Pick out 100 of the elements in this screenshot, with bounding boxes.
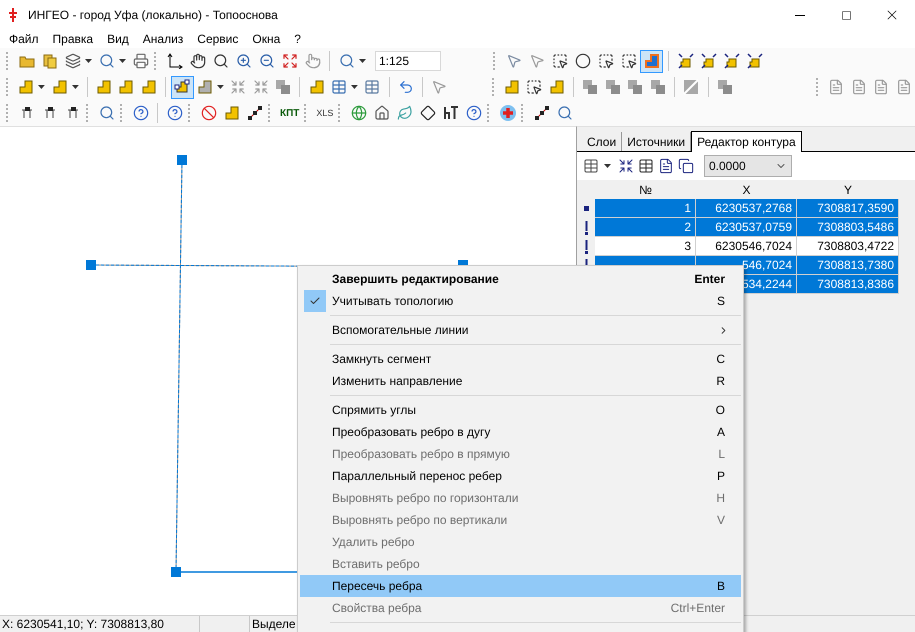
table-icon[interactable] [364,79,380,95]
diamond-icon[interactable] [420,105,436,121]
caret-icon[interactable] [85,59,92,63]
search-icon[interactable] [556,105,573,121]
column-header[interactable]: Y [797,180,899,199]
table-cell[interactable]: 6230546,7024 [696,237,797,256]
search-icon[interactable] [338,53,354,69]
toolbar-grip[interactable] [268,104,271,122]
squares-icon[interactable] [604,79,621,95]
arrows-in-icon[interactable] [724,53,740,69]
precision-dropdown[interactable]: 0.0000 [704,155,792,177]
caret-icon[interactable] [604,164,611,168]
toolbar-grip[interactable] [492,78,495,96]
squares-icon[interactable] [627,79,644,95]
context-menu-item[interactable]: Изменить направление R [300,370,741,392]
plus-icon[interactable] [498,104,517,122]
toggle-button[interactable] [640,50,663,72]
toolbar-grip[interactable] [6,52,9,70]
polygon-icon[interactable] [140,79,157,95]
arrows-in-icon[interactable] [700,53,716,69]
table-cell[interactable]: 6230537,0759 [696,218,797,237]
squares-icon[interactable] [582,79,598,95]
kpt-button[interactable]: КПТ [277,108,302,118]
panel-tab[interactable]: Редактор контура [691,131,802,152]
toolbar-grip[interactable] [6,78,9,96]
context-menu-item[interactable]: Спрямить углы O [300,399,741,421]
dashed-select-icon[interactable] [598,53,614,69]
dashed-select-icon[interactable] [526,79,542,95]
expand-icon[interactable] [282,53,298,69]
globe-icon[interactable] [350,105,367,121]
help-icon[interactable] [166,105,182,121]
menu-item[interactable]: ? [287,32,308,46]
vertex-handle[interactable] [171,567,181,577]
zoom-window-icon[interactable] [212,53,228,69]
menu-item[interactable]: Анализ [136,32,190,46]
toolbar-grip[interactable] [6,104,9,122]
polygon-icon[interactable] [96,79,112,95]
polygon-icon[interactable] [548,79,565,95]
house-icon[interactable] [374,105,390,121]
table-cell[interactable]: 7308803,4722 [797,237,899,256]
menu-item[interactable]: Сервис [190,32,246,46]
column-header[interactable]: № [595,180,696,199]
undo-icon[interactable] [398,79,414,95]
table-icon[interactable] [583,158,599,174]
squares-icon[interactable] [716,79,733,95]
context-menu-item[interactable]: Вспомогательные линии [300,319,741,341]
fill-style-icon[interactable] [644,53,660,69]
polygon-icon[interactable] [52,79,68,95]
table-cell[interactable]: 6230537,2768 [696,199,797,218]
menu-item[interactable]: Правка [46,32,100,46]
leaf-icon[interactable] [396,105,413,121]
toolbar-grip[interactable] [154,52,157,70]
toolbar-grip[interactable] [338,104,342,122]
toolbar-grip[interactable] [86,104,89,122]
toolbar-grip[interactable] [816,78,820,96]
caret-icon[interactable] [217,85,224,89]
search-icon[interactable] [98,105,114,121]
database-icon[interactable] [42,53,58,69]
table-cell[interactable]: 7308803,5486 [797,218,899,237]
toolbar-grip[interactable] [304,104,308,122]
dashed-select-icon[interactable] [552,53,568,69]
context-menu-item[interactable]: Преобразовать ребро в дугу A [300,421,741,443]
polygon-icon[interactable] [196,79,213,95]
height-mark-icon[interactable] [442,105,459,121]
cursor-icon[interactable] [506,53,522,69]
page-icon[interactable] [658,158,674,174]
arrows-in-icon[interactable] [678,53,694,69]
toolbar-grip[interactable] [487,104,490,122]
arrows-in-icon[interactable] [746,53,762,69]
squares-icon[interactable] [650,79,666,95]
menu-item[interactable]: Вид [100,32,136,46]
polygon-icon[interactable] [118,79,134,95]
zoom-out-icon[interactable] [258,53,274,69]
polygon-icon[interactable] [224,105,240,121]
help-icon[interactable] [132,105,148,121]
axes-icon[interactable] [166,53,182,69]
toolbar-grip[interactable] [120,104,123,122]
table-cell[interactable]: 2 [595,218,696,237]
column-header[interactable]: X [696,180,797,199]
zoom-in-icon[interactable] [236,53,252,69]
xls-button[interactable]: XLS [313,108,336,118]
vertex-handle[interactable] [86,260,96,270]
help-icon[interactable] [466,105,482,121]
hand-icon[interactable] [190,53,206,69]
vertex-handle[interactable] [177,155,187,165]
polygon-icon[interactable] [504,79,520,95]
shrink-icon[interactable] [618,158,634,174]
caret-icon[interactable] [38,85,46,89]
layers-icon[interactable] [64,53,80,69]
table-icon[interactable] [331,79,348,95]
toggle-button[interactable] [171,76,194,98]
toolbar-grip[interactable] [493,52,496,70]
dashed-select-icon[interactable] [620,53,636,69]
polygon-icon[interactable] [308,79,325,95]
table-cell[interactable]: 7308813,8386 [797,275,899,294]
menu-item[interactable]: Файл [2,32,46,46]
search-icon[interactable] [98,53,114,69]
context-menu-item[interactable]: Замкнуть сегмент C [300,348,741,370]
vertex-edit-icon[interactable] [174,79,190,95]
table-cell[interactable]: 7308813,7380 [797,256,899,275]
